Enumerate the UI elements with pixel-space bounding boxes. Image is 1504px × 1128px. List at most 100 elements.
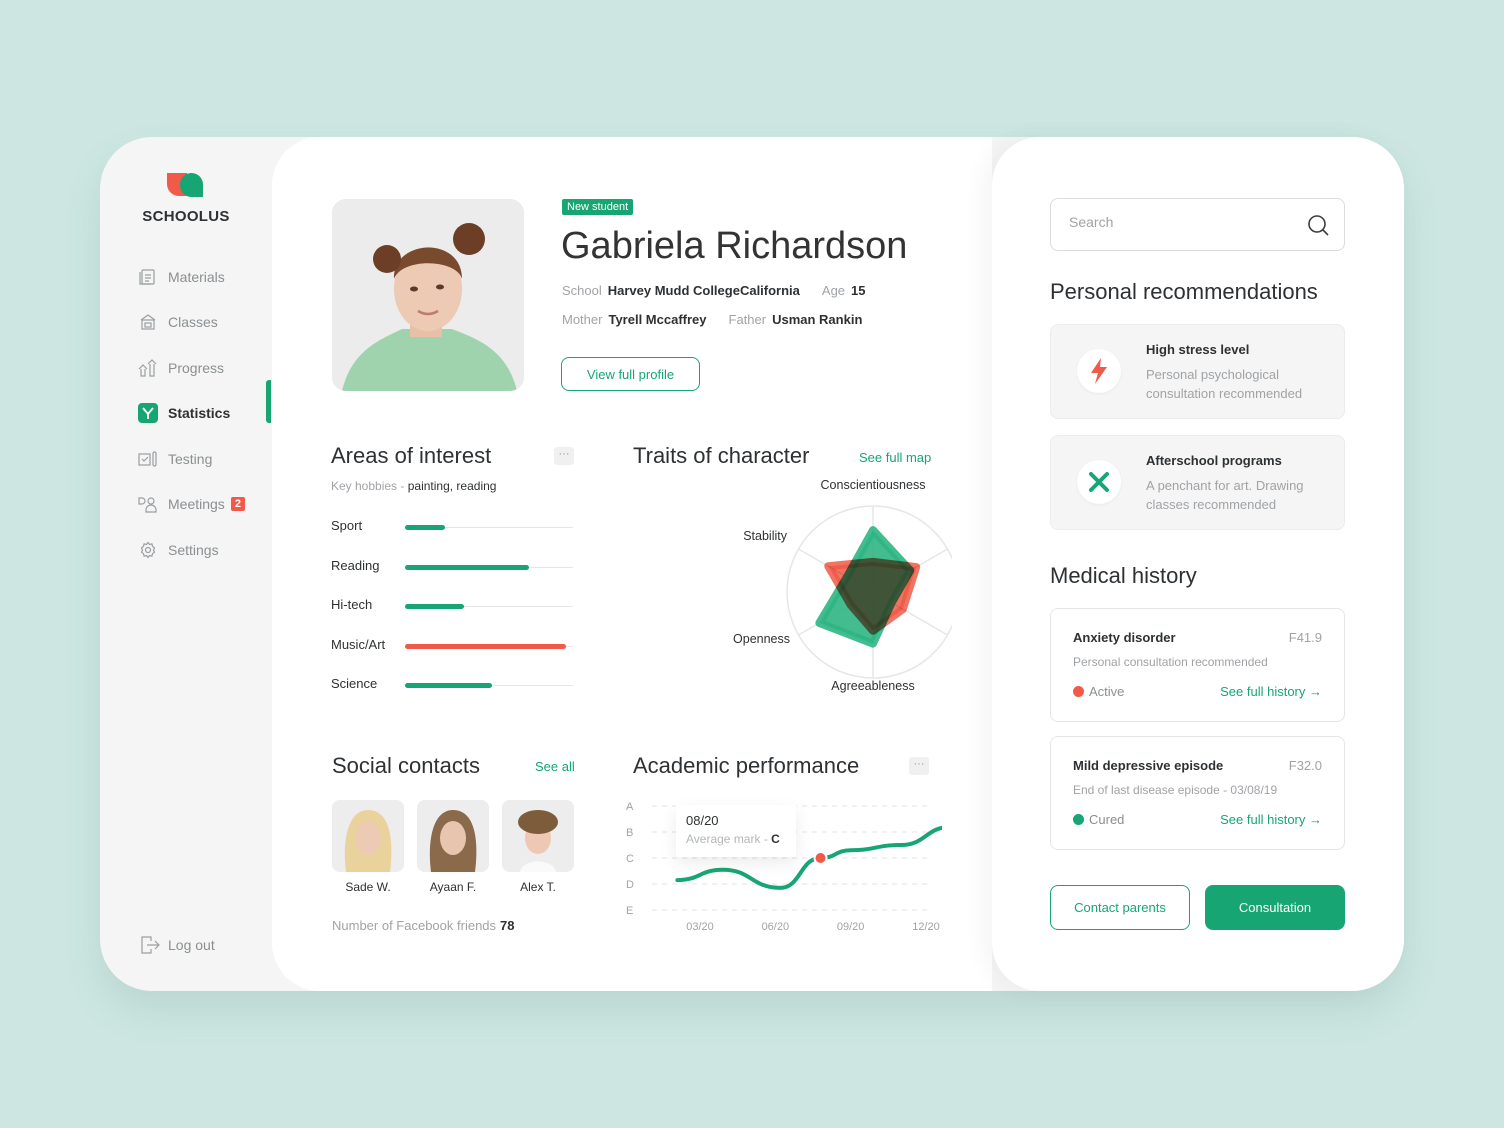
statistics-icon xyxy=(138,403,158,424)
sidebar-item-settings[interactable]: Settings xyxy=(138,527,245,573)
sidebar-item-label: Meetings xyxy=(168,496,225,513)
contact-card[interactable]: Sade W. xyxy=(332,800,404,894)
interest-row: Hi-tech xyxy=(331,597,573,617)
x-tick-label: 06/20 xyxy=(762,921,790,933)
meetings-icon xyxy=(138,494,158,514)
right-panel: Personal recommendations High stress lev… xyxy=(992,137,1404,991)
contact-avatar xyxy=(417,800,489,872)
sidebar-item-statistics[interactable]: Statistics xyxy=(138,391,245,437)
status-badge: Active xyxy=(1073,684,1124,699)
consultation-button[interactable]: Consultation xyxy=(1205,885,1345,930)
classes-icon xyxy=(138,312,158,332)
see-full-map-link[interactable]: See full map xyxy=(859,450,931,465)
x-tick-label: 09/20 xyxy=(837,921,865,933)
condition-title: Mild depressive episode xyxy=(1073,758,1224,773)
interest-bar xyxy=(405,683,493,688)
status-label: Cured xyxy=(1089,812,1125,827)
condition-code: F32.0 xyxy=(1288,758,1322,773)
fb-label: Number of Facebook friends xyxy=(332,918,497,933)
contact-card[interactable]: Alex T. xyxy=(502,800,574,894)
sidebar-item-label: Statistics xyxy=(168,405,231,422)
age-label: Age xyxy=(821,283,846,298)
interest-row: Science xyxy=(331,676,573,696)
interest-label: Music/Art xyxy=(331,636,386,652)
social-contacts-title: Social contacts xyxy=(332,753,480,778)
interests-more-button[interactable]: ··· xyxy=(554,447,574,465)
radar-axis-label: Openness xyxy=(733,632,790,646)
sidebar-item-meetings[interactable]: Meetings 2 xyxy=(138,482,245,528)
active-indicator xyxy=(266,380,271,423)
contact-name: Alex T. xyxy=(520,880,556,894)
highlight-point xyxy=(813,851,828,865)
interest-label: Sport xyxy=(331,518,363,533)
sidebar-item-label: Testing xyxy=(168,450,213,467)
school-value: Harvey Mudd CollegeCalifornia xyxy=(607,283,800,298)
key-hobbies: Key hobbies - painting, reading xyxy=(331,479,496,493)
sidebar-item-label: Materials xyxy=(168,268,225,285)
see-all-contacts-link[interactable]: See all xyxy=(535,759,575,774)
logout-button[interactable]: Log out xyxy=(140,935,215,955)
sidebar-item-progress[interactable]: Progress xyxy=(138,345,245,391)
see-full-history-link[interactable]: See full history → xyxy=(1220,684,1322,699)
see-full-history-link[interactable]: See full history → xyxy=(1220,812,1322,827)
sidebar-item-materials[interactable]: Materials xyxy=(138,254,245,300)
x-tick-label: 12/20 xyxy=(912,921,940,933)
recommendations-title: Personal recommendations xyxy=(1050,279,1318,304)
sidebar: SCHOOLUS Materials Classes Progress Stat… xyxy=(100,137,272,991)
search-input[interactable] xyxy=(1069,214,1289,230)
parents-row: Mother Tyrell Mccaffrey Father Usman Rankin xyxy=(562,312,862,327)
sidebar-nav: Materials Classes Progress Statistics Te… xyxy=(138,254,245,573)
status-label: Active xyxy=(1089,684,1125,699)
contact-avatar xyxy=(502,800,574,872)
sidebar-item-testing[interactable]: Testing xyxy=(138,436,245,482)
facebook-friends: Number of Facebook friends 78 xyxy=(332,918,515,933)
interest-label: Hi-tech xyxy=(331,597,373,612)
medical-record: Mild depressive episode F32.0 End of las… xyxy=(1050,736,1345,850)
y-tick-label: B xyxy=(626,827,633,839)
lightning-icon xyxy=(1077,349,1121,393)
sidebar-item-label: Progress xyxy=(168,359,225,376)
interest-bar xyxy=(405,643,567,649)
sidebar-item-label: Settings xyxy=(168,541,219,558)
interest-row: Reading xyxy=(331,558,573,578)
tooltip-label: Average mark - xyxy=(686,832,772,846)
app-window: SCHOOLUS Materials Classes Progress Stat… xyxy=(100,137,1404,991)
condition-code: F41.9 xyxy=(1288,630,1322,645)
recommendation-card[interactable]: Afterschool programs A penchant for art.… xyxy=(1050,435,1345,530)
recommendation-desc: A penchant for art. Drawing classes reco… xyxy=(1146,478,1304,512)
new-student-badge: New student xyxy=(562,199,634,215)
contact-name: Sade W. xyxy=(345,880,391,894)
logo-icon xyxy=(167,173,205,197)
contact-name: Ayaan F. xyxy=(429,880,477,894)
interest-row: Music/Art xyxy=(331,637,573,657)
performance-more-button[interactable]: ··· xyxy=(909,757,929,775)
meetings-badge: 2 xyxy=(230,497,245,512)
y-tick-label: C xyxy=(626,853,634,865)
academic-performance-title: Academic performance xyxy=(633,753,860,778)
search-icon[interactable] xyxy=(1306,213,1330,237)
medical-history-title: Medical history xyxy=(1050,563,1197,588)
interest-bar xyxy=(405,525,446,530)
main-content: New student Gabriela Richardson School Ha… xyxy=(272,137,992,991)
contact-card[interactable]: Ayaan F. xyxy=(417,800,489,894)
recommendation-card[interactable]: High stress level Personal psychological… xyxy=(1050,324,1345,419)
fb-count: 78 xyxy=(500,918,515,933)
tooltip-date: 08/20 xyxy=(686,813,719,828)
mother-label: Mother xyxy=(562,312,603,327)
sidebar-item-classes[interactable]: Classes xyxy=(138,300,245,346)
interest-row: Sport xyxy=(331,518,573,538)
status-dot-icon xyxy=(1073,814,1084,825)
recommendation-title: Afterschool programs xyxy=(1146,453,1282,468)
contact-parents-button[interactable]: Contact parents xyxy=(1050,885,1190,930)
y-tick-label: D xyxy=(626,879,634,891)
status-dot-icon xyxy=(1073,686,1084,697)
condition-title: Anxiety disorder xyxy=(1073,630,1176,645)
view-full-profile-button[interactable]: View full profile xyxy=(561,357,700,391)
y-tick-label: E xyxy=(626,905,633,917)
tooltip-value: C xyxy=(771,832,780,846)
interest-bar xyxy=(405,604,464,609)
logout-label: Log out xyxy=(168,937,215,953)
medical-record: Anxiety disorder F41.9 Personal consulta… xyxy=(1050,608,1345,722)
brushes-icon xyxy=(1077,460,1121,504)
search-box xyxy=(1050,198,1345,251)
